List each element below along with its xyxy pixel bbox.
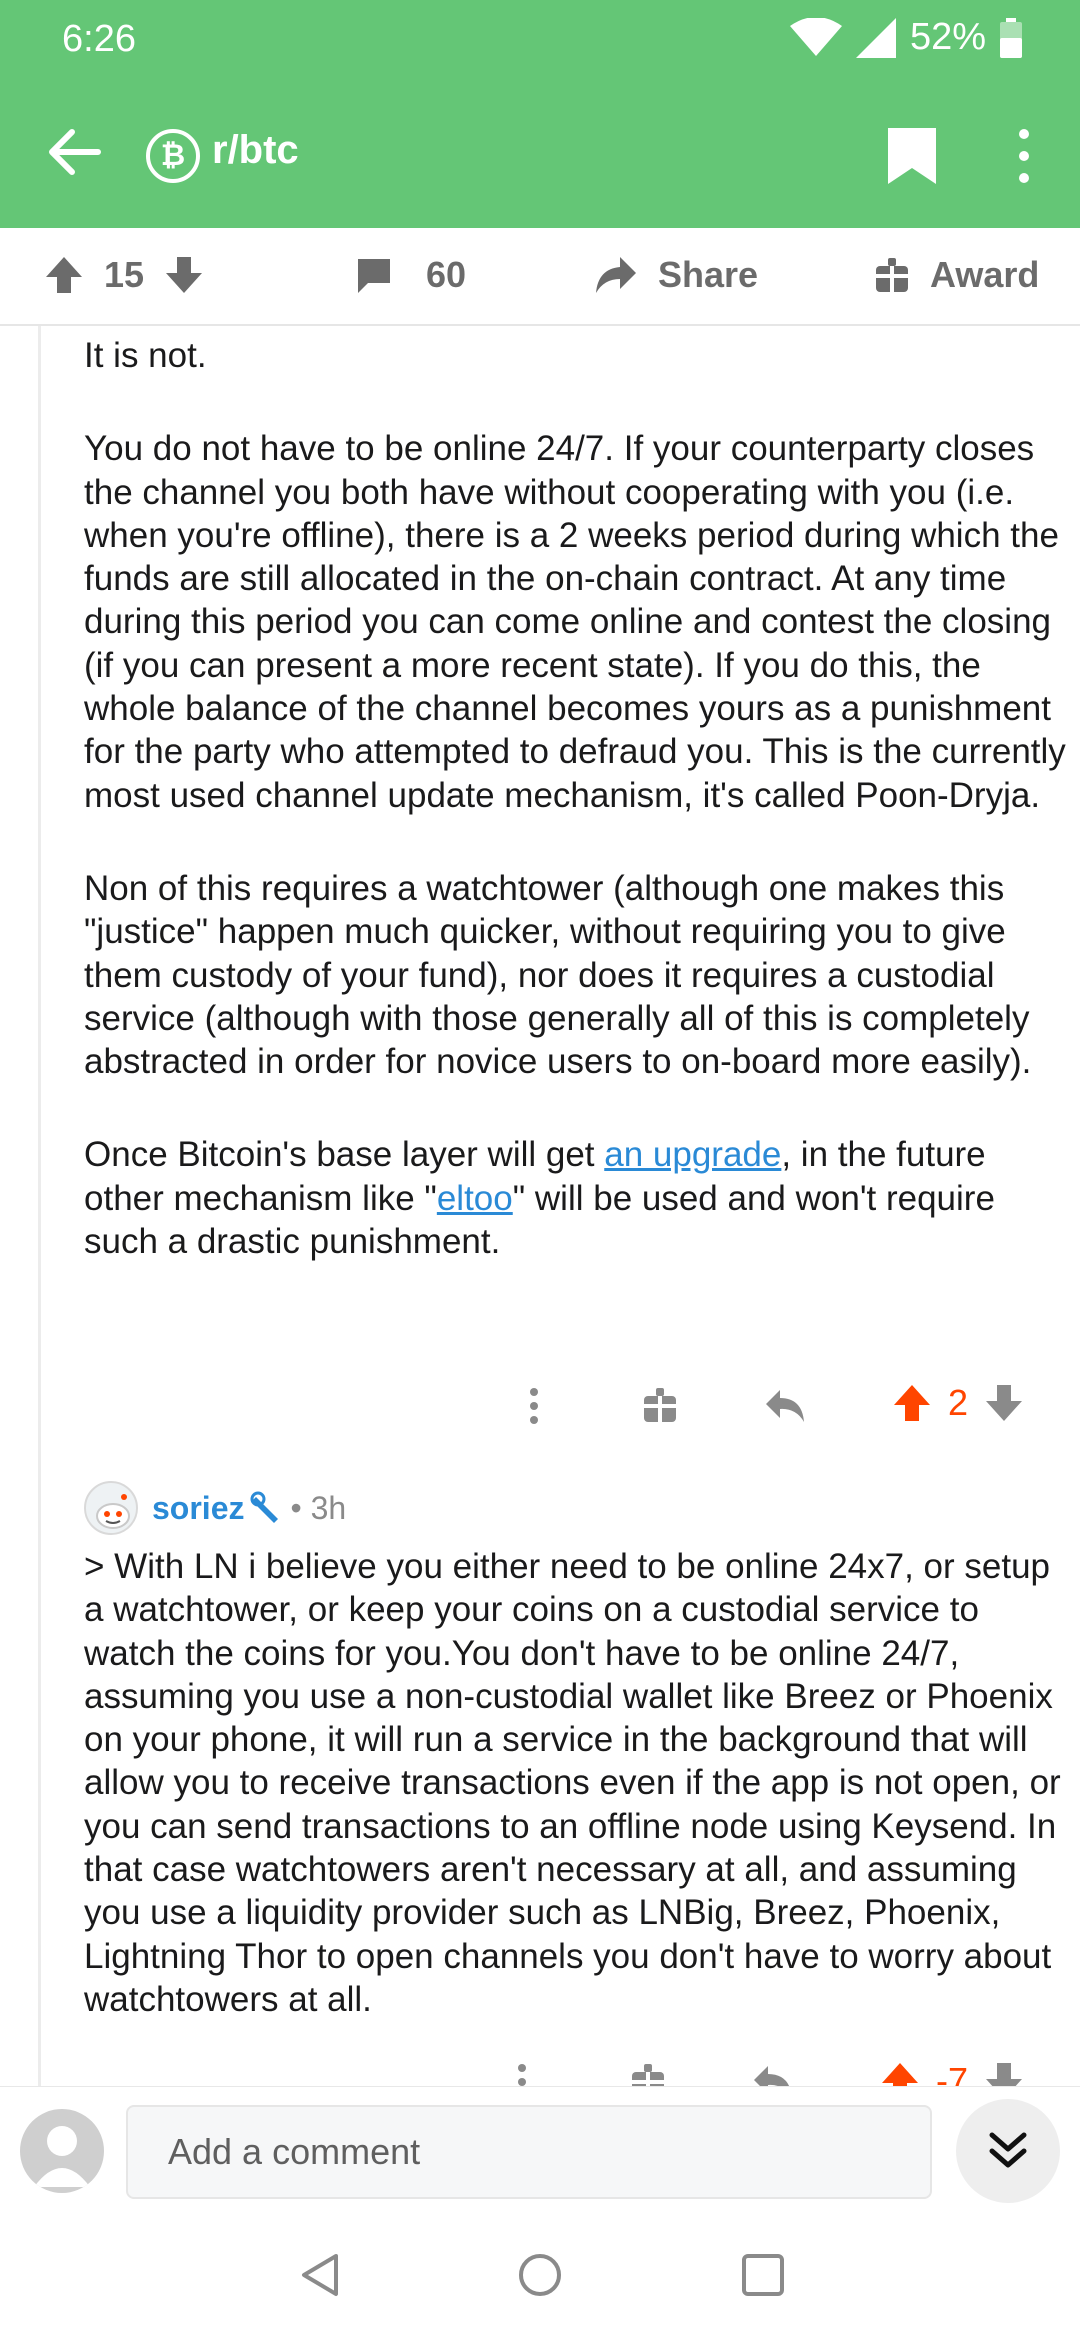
status-icons: 52% [789, 16, 1022, 59]
nav-home-icon[interactable] [515, 2250, 565, 2300]
comment-vote-group: 2 [892, 1382, 1024, 1424]
comment-award-button[interactable] [642, 1386, 678, 1424]
share-label: Share [658, 254, 759, 295]
comment-paragraph: > With LN i believe you either need to b… [84, 1547, 1061, 2019]
award-button[interactable]: Award [874, 254, 1039, 296]
comment-reply-button[interactable] [764, 1388, 806, 1424]
comment-more-button[interactable] [512, 2062, 532, 2086]
cell-signal-icon [855, 17, 896, 58]
battery-percent: 52% [909, 16, 986, 58]
post-action-bar: 15 60 Share Award [0, 228, 1080, 326]
post-score: 15 [104, 254, 145, 295]
comment-vote-group: -7 [880, 2060, 1024, 2086]
award-label: Award [930, 254, 1040, 295]
upvote-icon[interactable] [892, 1383, 932, 1423]
gift-icon [876, 258, 908, 292]
gift-icon [632, 2064, 664, 2086]
downvote-icon[interactable] [984, 1383, 1024, 1423]
status-time: 6:26 [62, 18, 136, 60]
reply-arrow-icon [766, 1390, 804, 1422]
comment-timestamp: • 3h [290, 1489, 347, 1526]
comment-bubble-icon [358, 259, 390, 293]
eltoo-link[interactable]: eltoo [437, 1179, 513, 1218]
downvote-icon[interactable] [164, 255, 204, 295]
bookmark-icon[interactable] [884, 124, 940, 188]
reply-arrow-icon [754, 2066, 789, 2086]
comment-score: -7 [936, 2060, 969, 2086]
snoo-avatar-icon [96, 1494, 130, 1529]
comment-composer-bar [0, 2086, 1080, 2206]
comment-paragraph: You do not have to be online 24/7. If yo… [84, 429, 1066, 815]
text-span: Once Bitcoin's base layer will get [84, 1135, 605, 1175]
more-vertical-icon [530, 1388, 538, 1424]
back-arrow-icon[interactable] [44, 122, 104, 182]
comment-score: 2 [948, 1382, 969, 1423]
comment-actions: -7 [0, 2058, 1080, 2086]
subreddit-name[interactable]: r/btc [212, 128, 299, 173]
comment-paragraph: Non of this requires a watchtower (altho… [84, 868, 1032, 1082]
share-button[interactable]: Share [594, 254, 758, 296]
subreddit-bitcoin-icon[interactable]: ₿ [146, 129, 200, 183]
comment-actions: 2 [0, 1378, 1080, 1438]
system-nav-bar [0, 2206, 1080, 2340]
upvote-icon[interactable] [44, 255, 84, 295]
more-vertical-icon[interactable] [1004, 124, 1044, 188]
author-avatar[interactable] [84, 1481, 138, 1535]
downvote-icon[interactable] [984, 2061, 1024, 2086]
comment-award-button[interactable] [630, 2062, 666, 2086]
author-username[interactable]: soriez [152, 1490, 244, 1527]
chevron-double-down-icon [989, 2132, 1027, 2168]
user-avatar[interactable] [20, 2109, 104, 2193]
comment-count: 60 [426, 254, 467, 295]
nav-back-icon[interactable] [296, 2250, 346, 2300]
user-silhouette-icon [34, 2126, 90, 2187]
comment-body: > With LN i believe you either need to b… [84, 1545, 1074, 2071]
upvote-icon[interactable] [880, 2061, 920, 2086]
share-arrow-icon [596, 257, 636, 293]
wrench-icon [250, 1491, 279, 1523]
thread-indent-line [38, 326, 41, 2086]
upgrade-link[interactable]: an upgrade [604, 1135, 781, 1174]
nav-recents-icon[interactable] [738, 2250, 788, 2300]
comment-paragraph: Once Bitcoin's base layer will get an up… [84, 1133, 1074, 1263]
collapse-button[interactable] [956, 2099, 1060, 2203]
gift-icon [644, 1388, 676, 1422]
app-header: 6:26 52% ₿ r/btc [0, 0, 1080, 228]
more-vertical-icon [518, 2064, 526, 2086]
comment-body: It is not. You do not have to be online … [84, 334, 1074, 1313]
comment-more-button[interactable] [524, 1386, 544, 1426]
wifi-icon [789, 17, 842, 56]
comments-button[interactable]: 60 [354, 254, 466, 296]
comment-paragraph: It is not. [84, 336, 207, 375]
post-vote-group: 15 [44, 254, 204, 296]
add-comment-input[interactable] [126, 2105, 932, 2199]
comment-author-row: soriez • 3h [84, 1480, 346, 1536]
comment-reply-button[interactable] [752, 2064, 794, 2086]
battery-icon [1000, 17, 1022, 58]
